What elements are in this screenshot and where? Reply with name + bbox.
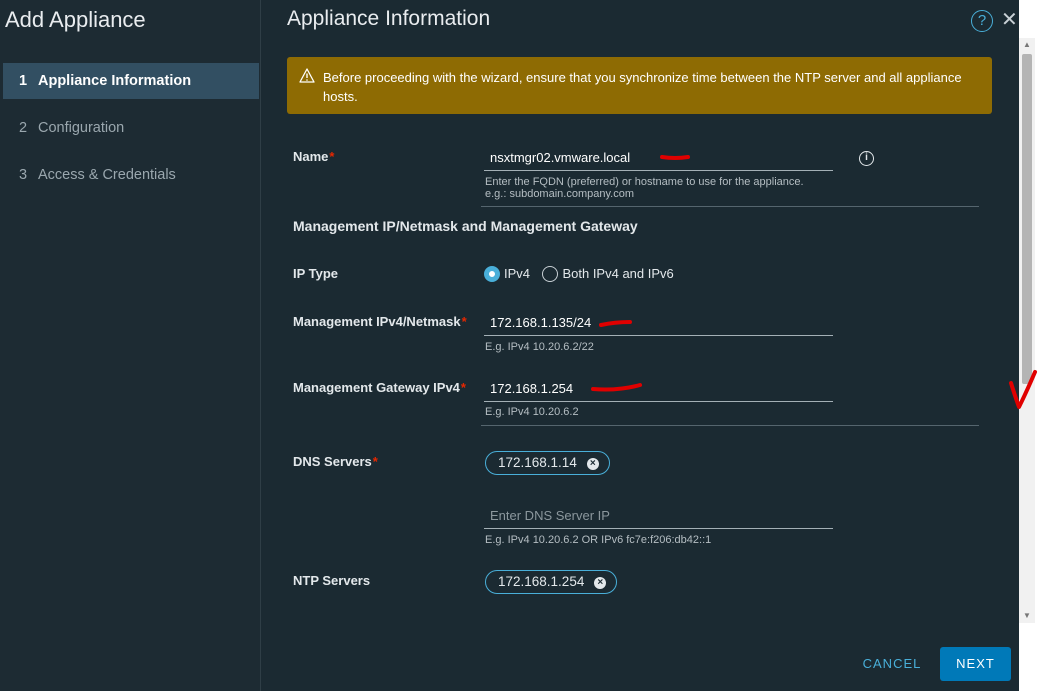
radio-ipv4-label[interactable]: IPv4: [504, 266, 530, 281]
name-field-wrap: [484, 145, 833, 171]
required-asterisk: *: [372, 454, 378, 469]
step-number: 2: [19, 120, 28, 136]
dns-field-wrap: [484, 503, 833, 529]
scroll-up-arrow-icon[interactable]: ▲: [1019, 38, 1035, 52]
vertical-scrollbar[interactable]: ▲ ▼: [1019, 38, 1035, 623]
ip-type-radio-group: IPv4 Both IPv4 and IPv6: [484, 265, 682, 283]
required-asterisk: *: [329, 149, 335, 164]
required-asterisk: *: [461, 314, 467, 329]
ip-type-label: IP Type: [293, 266, 339, 281]
mgmt-gw-label: Management Gateway IPv4*: [293, 380, 466, 395]
info-circle-icon[interactable]: i: [859, 151, 874, 166]
dns-server-input[interactable]: [484, 503, 833, 527]
step-number: 3: [19, 167, 28, 183]
step-access-credentials[interactable]: 3 Access & Credentials: [3, 157, 259, 193]
dns-server-chip: 172.168.1.14 ×: [485, 451, 610, 475]
mgmt-gw-hint: E.g. IPv4 10.20.6.2: [485, 406, 579, 418]
dns-hint: E.g. IPv4 10.20.6.2 OR IPv6 fc7e:f206:db…: [485, 534, 712, 546]
step-label: Configuration: [38, 120, 125, 136]
remove-circle-icon[interactable]: ×: [586, 458, 599, 470]
warning-triangle-icon: [299, 68, 315, 83]
chip-label: 172.168.1.254: [498, 574, 585, 589]
radio-both-label[interactable]: Both IPv4 and IPv6: [562, 266, 673, 281]
wizard-title: Add Appliance: [5, 7, 146, 32]
scroll-down-arrow-icon[interactable]: ▼: [1019, 609, 1035, 623]
scrollbar-thumb[interactable]: [1022, 54, 1032, 384]
divider: [481, 425, 979, 426]
divider: [481, 206, 979, 207]
name-label-text: Name: [293, 149, 329, 164]
wizard-sidebar: Add Appliance 1 Appliance Information 2 Co…: [0, 0, 261, 691]
name-hint: Enter the FQDN (preferred) or hostname t…: [485, 176, 804, 188]
required-asterisk: *: [460, 380, 466, 395]
page-title: Appliance Information: [287, 7, 491, 30]
dns-label: DNS Servers*: [293, 454, 378, 469]
close-icon[interactable]: ✕: [1001, 9, 1018, 31]
mgmt-gw-input[interactable]: [484, 376, 833, 400]
radio-both-ipv4-ipv6[interactable]: [542, 265, 559, 282]
mgmt-ip-label: Management IPv4/Netmask*: [293, 314, 467, 329]
help-circle-icon[interactable]: ?: [971, 10, 993, 32]
dns-label-text: DNS Servers: [293, 454, 372, 469]
mgmt-gw-label-text: Management Gateway IPv4: [293, 380, 460, 395]
ntp-server-chip: 172.168.1.254 ×: [485, 570, 618, 594]
mgmt-ip-field-wrap: [484, 310, 833, 336]
name-label: Name*: [293, 149, 334, 164]
chip-label: 172.168.1.14: [498, 455, 577, 470]
mgmt-ip-input[interactable]: [484, 310, 833, 334]
warning-alert: Before proceeding with the wizard, ensur…: [287, 57, 992, 114]
mgmt-ip-label-text: Management IPv4/Netmask: [293, 314, 461, 329]
name-input[interactable]: [484, 145, 833, 169]
step-label: Access & Credentials: [38, 167, 176, 183]
step-label: Appliance Information: [38, 73, 192, 89]
section-title: Management IP/Netmask and Management Gat…: [293, 218, 638, 234]
step-configuration[interactable]: 2 Configuration: [3, 110, 259, 146]
name-hint-example: e.g.: subdomain.company.com: [485, 188, 634, 200]
step-number: 1: [19, 73, 28, 89]
wizard-main-panel: Appliance Information ? ✕ Before proceed…: [261, 0, 1019, 691]
mgmt-ip-hint: E.g. IPv4 10.20.6.2/22: [485, 341, 594, 353]
add-appliance-dialog: Add Appliance 1 Appliance Information 2 Co…: [0, 0, 1019, 691]
next-button[interactable]: NEXT: [940, 647, 1011, 681]
remove-circle-icon[interactable]: ×: [594, 577, 607, 589]
cancel-button[interactable]: CANCEL: [854, 647, 930, 681]
radio-ipv4[interactable]: [484, 265, 500, 282]
alert-message: Before proceeding with the wizard, ensur…: [323, 70, 962, 104]
wizard-steps: 1 Appliance Information 2 Configuration 3A…: [3, 63, 259, 204]
step-appliance-information[interactable]: 1 Appliance Information: [3, 63, 259, 99]
ntp-label: NTP Servers: [293, 573, 371, 588]
mgmt-gw-field-wrap: [484, 376, 833, 402]
